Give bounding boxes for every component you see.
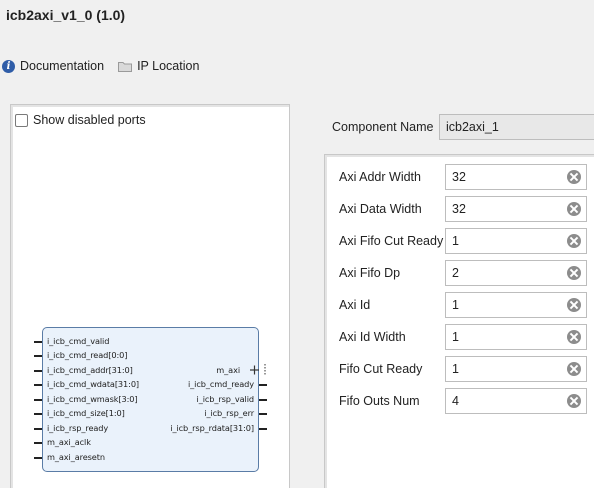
documentation-label: Documentation [20, 59, 105, 73]
param-label: Fifo Outs Num [339, 394, 420, 408]
param-row: Fifo Cut Ready [339, 356, 587, 382]
component-name-row: Component Name icb2axi_1 [332, 114, 594, 140]
param-field [445, 388, 587, 414]
param-row: Fifo Outs Num [339, 388, 587, 414]
input-port: i_icb_cmd_addr[31:0] [47, 365, 133, 375]
port-pin [34, 384, 42, 386]
param-row: Axi Addr Width [339, 164, 587, 190]
info-icon: i [2, 59, 15, 73]
input-port: m_axi_aclk [47, 437, 91, 447]
fifo-cut-ready-input[interactable] [446, 357, 566, 381]
axi-fifo-dp-input[interactable] [446, 261, 566, 285]
component-name-label: Component Name [332, 120, 434, 134]
port-pin [34, 442, 42, 444]
port-pin [34, 355, 42, 357]
clear-icon[interactable] [567, 266, 581, 280]
show-disabled-ports-label: Show disabled ports [33, 113, 146, 127]
port-pin [259, 399, 267, 401]
param-label: Axi Data Width [339, 202, 422, 216]
clear-icon[interactable] [567, 394, 581, 408]
ip-block-symbol[interactable]: i_icb_cmd_valid i_icb_cmd_read[0:0] i_ic… [34, 327, 267, 472]
axi-id-input[interactable] [446, 293, 566, 317]
param-label: Axi Fifo Cut Ready [339, 234, 444, 248]
port-pin [259, 413, 267, 415]
clear-icon[interactable] [567, 202, 581, 216]
port-pin [34, 413, 42, 415]
output-port: i_icb_cmd_ready [188, 379, 254, 389]
output-port: i_icb_rsp_err [204, 408, 254, 418]
ip-location-label: IP Location [137, 59, 200, 73]
param-field [445, 292, 587, 318]
component-name-field[interactable]: icb2axi_1 [439, 114, 594, 140]
ip-location-button[interactable]: IP Location [116, 59, 199, 73]
input-port: i_icb_cmd_valid [47, 336, 110, 346]
port-pin [34, 370, 42, 372]
param-row: Axi Id Width [339, 324, 587, 350]
port-pin [259, 428, 267, 430]
param-label: Axi Addr Width [339, 170, 421, 184]
axi-fifo-cut-ready-input[interactable] [446, 229, 566, 253]
clear-icon[interactable] [567, 330, 581, 344]
param-row: Axi Fifo Dp [339, 260, 587, 286]
port-pin [34, 399, 42, 401]
output-port: m_axi [216, 365, 240, 375]
clear-icon[interactable] [567, 170, 581, 184]
axi-id-width-input[interactable] [446, 325, 566, 349]
param-label: Axi Id Width [339, 330, 406, 344]
clear-icon[interactable] [567, 298, 581, 312]
output-port: i_icb_rsp_valid [196, 394, 255, 404]
toolbar: i Documentation IP Location [0, 57, 211, 75]
parameters-area: Component Name icb2axi_1 Axi Addr Width … [300, 104, 594, 488]
port-pin [34, 457, 42, 459]
input-port: i_icb_cmd_wmask[3:0] [47, 394, 138, 404]
param-row: Axi Data Width [339, 196, 587, 222]
param-field [445, 228, 587, 254]
show-disabled-ports-checkbox[interactable]: Show disabled ports [15, 113, 146, 127]
input-port: i_icb_cmd_size[1:0] [47, 408, 125, 418]
port-pin [259, 384, 267, 386]
param-label: Axi Id [339, 298, 371, 312]
param-row: Axi Id [339, 292, 587, 318]
param-label: Axi Fifo Dp [339, 266, 401, 280]
checkbox-box[interactable] [15, 113, 28, 127]
param-field [445, 164, 587, 190]
input-port: m_axi_aresetn [47, 452, 105, 462]
window-title: icb2axi_v1_0 (1.0) [6, 7, 126, 23]
ip-symbol-panel: Show disabled ports i_icb_cmd_valid i_ic… [10, 104, 290, 488]
clear-icon[interactable] [567, 362, 581, 376]
param-field [445, 324, 587, 350]
output-port: i_icb_rsp_rdata[31:0] [170, 423, 254, 433]
input-port: i_icb_rsp_ready [47, 423, 109, 433]
axi-addr-width-input[interactable] [446, 165, 566, 189]
port-pin [34, 428, 42, 430]
axi-data-width-input[interactable] [446, 197, 566, 221]
param-field [445, 196, 587, 222]
port-pin [34, 341, 42, 343]
clear-icon[interactable] [567, 234, 581, 248]
input-port: i_icb_cmd_wdata[31:0] [47, 379, 140, 389]
param-field [445, 260, 587, 286]
folder-icon [118, 61, 133, 72]
parameters-panel: Axi Addr Width Axi Data Width Axi Fifo C… [324, 154, 594, 488]
param-label: Fifo Cut Ready [339, 362, 423, 376]
documentation-button[interactable]: i Documentation [0, 59, 104, 73]
input-port: i_icb_cmd_read[0:0] [47, 350, 128, 360]
param-field [445, 356, 587, 382]
fifo-outs-num-input[interactable] [446, 389, 566, 413]
plus-icon[interactable] [248, 363, 270, 377]
param-row: Axi Fifo Cut Ready [339, 228, 587, 254]
